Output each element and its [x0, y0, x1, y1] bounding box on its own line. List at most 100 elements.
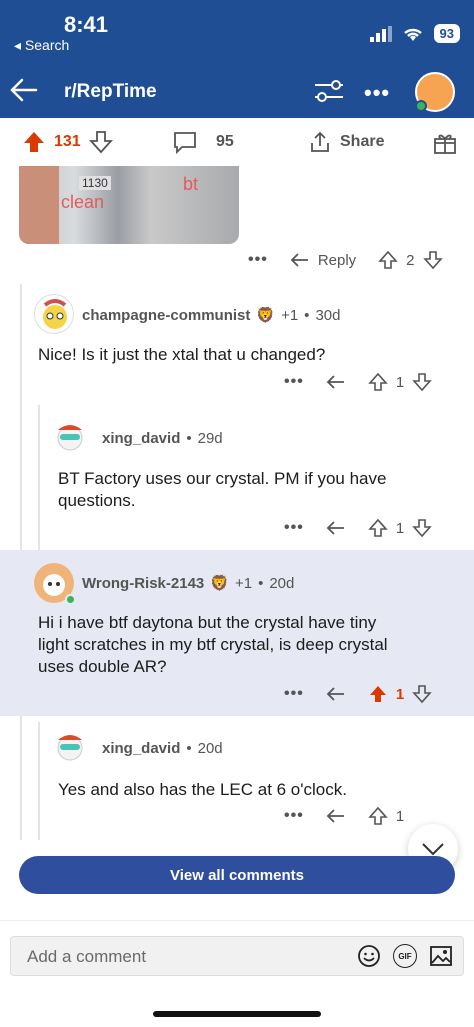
downvote-icon[interactable] — [88, 130, 113, 154]
post-vote-group: 131 — [22, 130, 113, 154]
comment-body: Hi i have btf daytona but the crystal ha… — [38, 612, 388, 678]
separator-dot: • — [186, 430, 192, 447]
separator-dot: • — [258, 574, 264, 592]
image-text-clean: clean — [61, 192, 105, 212]
reply-arrow-icon[interactable] — [326, 807, 346, 825]
comment-age: 30d — [315, 306, 341, 324]
snoo-avatar-icon — [43, 299, 67, 329]
comment-line: Hi i have btf daytona but the crystal ha… — [38, 613, 377, 632]
comment-author-row: champagne-communist 🦁 +1 • 30d — [82, 306, 341, 325]
comment-vote-group: 1 — [368, 684, 432, 704]
share-button[interactable]: Share — [308, 130, 384, 154]
avatar[interactable] — [34, 294, 74, 334]
comment-vote-group: 1 — [368, 518, 432, 538]
comment-body: Nice! Is it just the xtal that u changed… — [38, 345, 326, 364]
reply-arrow-icon — [290, 253, 308, 267]
more-options-icon[interactable]: ••• — [284, 373, 304, 391]
avatar[interactable] — [34, 563, 76, 605]
comment-score: 1 — [395, 373, 405, 391]
reply-arrow-icon[interactable] — [326, 685, 346, 703]
reply-arrow-icon[interactable] — [326, 373, 346, 391]
award-icon: 🦁 — [210, 575, 229, 592]
comment-placeholder: Add a comment — [27, 947, 147, 966]
subreddit-title[interactable]: r/RepTime — [64, 81, 157, 103]
more-options-icon[interactable]: ••• — [284, 685, 304, 703]
separator-dot: • — [304, 306, 310, 324]
comment-line: questions. — [58, 491, 136, 510]
comment-author-row: xing_david • 29d — [102, 430, 223, 447]
emoji-icon[interactable] — [357, 944, 381, 968]
image-tag-text: 1130 — [79, 176, 111, 190]
comment-author[interactable]: xing_david — [102, 740, 180, 757]
filter-icon[interactable] — [312, 76, 346, 106]
comment-bubble-icon — [174, 132, 196, 154]
thread-line — [20, 284, 22, 550]
downvote-icon[interactable] — [412, 372, 432, 392]
comment-score: 1 — [395, 519, 405, 537]
comment-vote-group: 1 — [368, 372, 432, 392]
post-comment-count: 95 — [216, 133, 234, 150]
more-options-icon[interactable]: ••• — [284, 519, 304, 537]
comment-input[interactable]: Add a comment GIF — [10, 936, 464, 976]
comment-body: BT Factory uses our crystal. PM if you h… — [58, 468, 386, 512]
view-all-comments-button[interactable]: View all comments — [19, 856, 455, 894]
downvote-icon[interactable] — [412, 684, 432, 704]
back-arrow-icon[interactable] — [8, 74, 40, 106]
comment-age: 20d — [197, 740, 223, 757]
comment-image[interactable]: 1130 clean bt — [19, 166, 239, 244]
comment-author-row: xing_david • 20d — [102, 740, 223, 757]
upvote-icon[interactable] — [378, 250, 398, 270]
op-vote-group: 2 — [378, 250, 443, 270]
back-to-search-link[interactable]: ◂ Search — [14, 37, 69, 54]
post-comments-button[interactable]: 95 — [172, 130, 234, 154]
avatar[interactable] — [50, 726, 90, 766]
post-vote-count: 131 — [54, 133, 81, 150]
upvote-icon[interactable] — [368, 518, 388, 538]
more-options-icon[interactable]: ••• — [284, 807, 304, 825]
award-icon: 🦁 — [256, 307, 276, 324]
wifi-icon — [403, 28, 422, 41]
top-header: 8:41 ◂ Search 93 r/RepTime ••• — [0, 0, 474, 118]
comment-actions: ••• 1 — [284, 518, 432, 538]
reply-arrow-icon[interactable] — [326, 519, 346, 537]
composer-icons: GIF — [357, 944, 453, 968]
gift-award-icon[interactable] — [432, 130, 458, 156]
op-comment-actions: ••• Reply 2 — [248, 250, 443, 270]
downvote-icon[interactable] — [422, 250, 443, 270]
battery-indicator: 93 — [433, 24, 460, 43]
upvote-active-icon[interactable] — [368, 684, 388, 704]
image-upload-icon[interactable] — [429, 944, 453, 968]
comment-author[interactable]: champagne-communist — [82, 307, 250, 324]
upvote-icon[interactable] — [368, 372, 388, 392]
downvote-icon[interactable] — [412, 518, 432, 538]
more-options-icon[interactable]: ••• — [248, 251, 268, 269]
comment-line: uses double AR? — [38, 657, 167, 676]
comment-actions: ••• 1 — [284, 684, 432, 704]
comment-body: Yes and also has the LEC at 6 o'clock. — [58, 780, 347, 799]
upvote-icon[interactable] — [368, 806, 388, 826]
gif-icon[interactable]: GIF — [393, 944, 417, 968]
online-indicator — [415, 100, 427, 112]
home-indicator — [153, 1011, 321, 1017]
user-avatar[interactable] — [415, 72, 455, 112]
comment-actions: ••• 1 — [284, 806, 404, 826]
comment-score: 1 — [395, 685, 405, 703]
status-icons: 93 — [369, 24, 460, 43]
status-time: 8:41 — [64, 12, 109, 37]
reply-button[interactable]: Reply — [290, 251, 356, 269]
more-options-icon[interactable]: ••• — [364, 80, 390, 106]
comment-age: 29d — [197, 430, 223, 447]
reply-label: Reply — [317, 251, 357, 269]
avatar[interactable] — [50, 416, 90, 456]
thread-line — [20, 716, 22, 840]
chevron-down-icon — [422, 843, 444, 856]
upvote-icon[interactable] — [22, 130, 46, 154]
comment-author[interactable]: Wrong-Risk-2143 — [82, 575, 204, 592]
comment-score: 1 — [395, 807, 405, 825]
comment-line: BT Factory uses our crystal. PM if you h… — [58, 469, 387, 488]
image-text-bt: bt — [183, 174, 199, 194]
op-score: 2 — [406, 251, 415, 269]
share-icon — [311, 131, 329, 152]
comment-author[interactable]: xing_david — [102, 430, 180, 447]
thread-line — [38, 722, 40, 840]
